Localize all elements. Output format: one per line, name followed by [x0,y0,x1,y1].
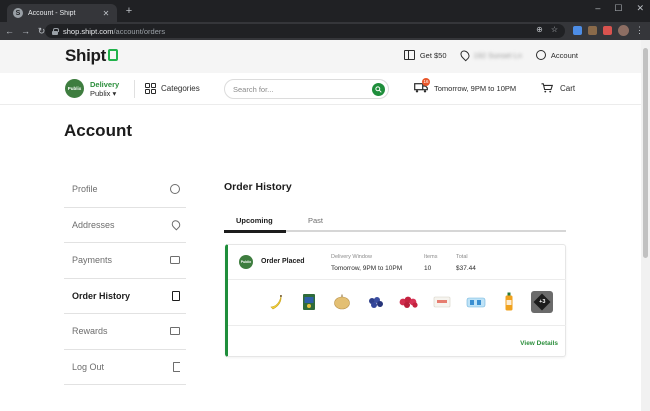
juice-bottle-icon [492,290,525,314]
site-header: Shipt Get $50 192 Sunset Ln Account [0,40,641,73]
account-icon [535,50,546,60]
cart-icon [541,83,553,93]
address-bar[interactable]: shop.shipt.com/account/orders ⊕ ☆ [45,24,565,38]
order-card[interactable]: Publix Order Placed Delivery Window Tomo… [225,244,566,357]
categories-grid-icon[interactable] [145,83,156,94]
gift-icon [170,327,180,336]
receipt-icon [172,290,180,301]
tab-title: Account - Shipt [28,9,76,17]
search-input[interactable]: Search for... [224,79,389,99]
back-arrow-icon[interactable]: ← [3,26,16,36]
search-placeholder: Search for... [233,84,274,94]
tofu-package-icon [426,290,459,314]
delivery-count-badge: 16 [422,78,430,86]
browser-tab[interactable]: S Account - Shipt ✕ [7,4,117,22]
chevron-down-icon: ▾ [112,89,117,98]
cereal-box-icon [292,290,325,314]
address-link[interactable]: 192 Sunset Ln [458,48,522,62]
order-history-title: Order History [224,181,292,193]
active-tab-indicator [224,230,286,233]
credit-card-icon [170,256,180,265]
total-value: $37.44 [456,265,476,272]
sidebar-item-rewards[interactable]: Rewards [64,314,186,350]
store-selector[interactable]: Delivery Publix ▾ [90,80,119,98]
store-logo: Publix [239,255,253,269]
view-details-link[interactable]: View Details [520,340,558,347]
close-tab-icon[interactable]: ✕ [101,9,111,18]
forward-arrow-icon[interactable]: → [19,26,32,36]
get-credit-link[interactable]: Get $50 [403,50,447,60]
divider [228,279,566,280]
more-items-icon: +3 [531,291,554,313]
window-controls: – ☐ ✕ [595,3,644,14]
page-scrollbar[interactable] [641,40,650,411]
minimize-icon[interactable]: – [595,3,600,14]
page-title: Account [64,121,132,140]
url-text: shop.shipt.com/account/orders [63,26,166,36]
divider [134,80,135,98]
location-pin-icon [169,218,183,231]
delivery-window-label: Delivery Window [331,254,372,260]
sidebar-item-payments[interactable]: Payments [64,243,186,279]
shipt-logo[interactable]: Shipt [65,46,118,66]
profile-avatar-icon[interactable] [618,25,629,36]
shipt-favicon-icon: S [13,8,23,18]
site-info-icon[interactable]: ⊕ [536,25,543,34]
items-label: Items [424,254,438,260]
order-status: Order Placed [261,258,305,265]
divider [228,325,566,326]
new-tab-icon[interactable]: + [123,5,135,17]
onion-icon [326,290,359,314]
lock-icon [52,27,59,35]
order-products: +3 [259,290,559,314]
delivery-window-button[interactable]: 16 Tomorrow, 9PM to 10PM [414,78,516,93]
tab-past[interactable]: Past [308,216,323,225]
sidebar-item-log-out[interactable]: Log Out [64,350,186,385]
shopping-bag-icon [108,49,118,61]
user-icon [170,184,180,195]
extension-icon[interactable] [588,26,597,35]
search-button[interactable] [372,83,385,96]
delivery-window-value: Tomorrow, 9PM to 10PM [331,265,403,272]
sidebar-item-order-history[interactable]: Order History [64,279,186,314]
account-link[interactable]: Account [535,50,578,60]
browser-tab-bar: S Account - Shipt ✕ + – ☐ ✕ [0,0,650,22]
sidebar-item-addresses[interactable]: Addresses [64,208,186,243]
location-pin-icon [458,48,471,62]
sidebar-item-profile[interactable]: Profile [64,172,186,208]
store-logo[interactable]: Publix [65,79,84,98]
scrollbar-thumb[interactable] [643,48,648,258]
more-items-button[interactable]: +3 [526,290,559,314]
account-sidebar: Profile Addresses Payments Order History… [64,172,186,385]
delivery-mode: Delivery [90,80,120,89]
raspberries-icon [392,290,425,314]
browser-toolbar: ← → ↻ shop.shipt.com/account/orders ⊕ ☆ … [0,22,650,40]
cart-button[interactable]: Cart [541,83,575,93]
water-bottles-icon [459,290,492,314]
extension-icon[interactable] [573,26,582,35]
logout-icon [173,361,180,372]
store-bar: Publix Delivery Publix ▾ Categories Sear… [0,73,641,105]
total-label: Total [456,254,468,260]
maximize-icon[interactable]: ☐ [614,3,622,14]
banana-icon [259,290,292,314]
extensions-area: ⋮ [573,25,644,36]
categories-button[interactable]: Categories [161,84,200,93]
gift-icon [403,50,415,60]
close-window-icon[interactable]: ✕ [636,3,644,14]
extension-icon[interactable] [603,26,612,35]
tab-upcoming[interactable]: Upcoming [236,216,273,225]
order-tabs: Upcoming Past [224,213,566,233]
more-menu-icon[interactable]: ⋮ [635,25,644,36]
blueberries-icon [359,290,392,314]
items-value: 10 [424,265,432,272]
search-icon [375,86,382,93]
bookmark-star-icon[interactable]: ☆ [551,25,558,34]
